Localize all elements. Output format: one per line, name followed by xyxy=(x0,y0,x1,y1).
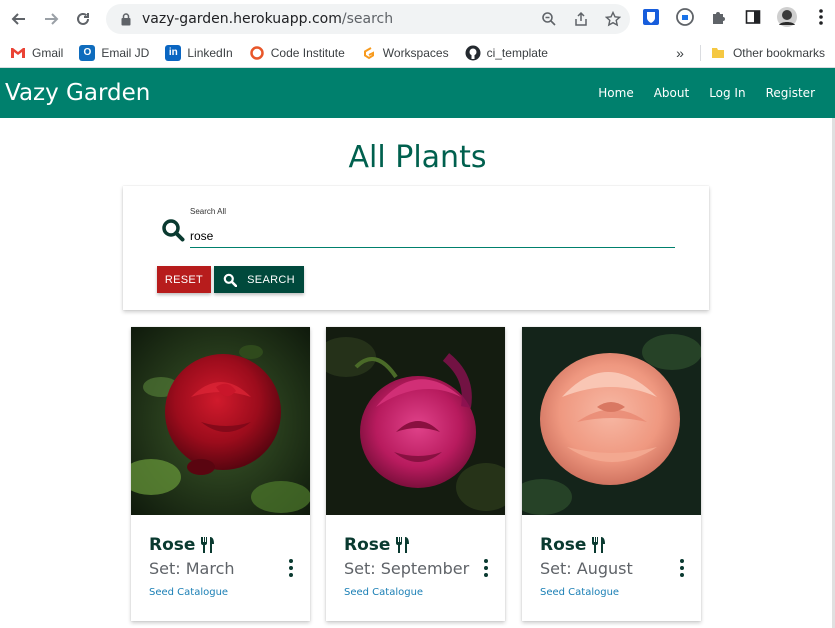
bookmark-label: Code Institute xyxy=(270,45,345,60)
lock-icon xyxy=(118,12,134,26)
seed-catalogue-link[interactable]: Seed Catalogue xyxy=(344,587,487,598)
bookmark-ci-template[interactable]: ci_template xyxy=(465,45,548,61)
side-panel-icon[interactable] xyxy=(742,6,764,28)
zoom-icon[interactable] xyxy=(540,10,558,28)
nav-register-link[interactable]: Register xyxy=(756,86,825,100)
plant-image-red-rose[interactable] xyxy=(131,327,310,515)
gmail-icon xyxy=(10,45,26,61)
forward-arrow-icon[interactable] xyxy=(35,3,67,35)
search-button-icon xyxy=(223,273,238,287)
brand-logo[interactable]: Vazy Garden xyxy=(5,80,150,106)
card-set-month: Set: August xyxy=(540,559,633,578)
share-icon[interactable] xyxy=(572,10,590,28)
edible-utensils-icon xyxy=(591,536,607,554)
bookmark-label: Gmail xyxy=(32,45,64,60)
bookmarks-bar: Gmail O Email JD in LinkedIn Code Instit… xyxy=(0,38,835,68)
bookmark-label: Workspaces xyxy=(382,45,449,60)
url-text: vazy-garden.herokuapp.com/search xyxy=(142,11,393,27)
profile-avatar[interactable] xyxy=(776,6,798,28)
extensions-puzzle-icon[interactable] xyxy=(708,6,730,28)
bookmark-email-jd[interactable]: O Email JD xyxy=(79,44,150,61)
bookmark-label: ci_template xyxy=(486,45,548,60)
search-input[interactable] xyxy=(190,224,675,248)
card-set-month: Set: March xyxy=(149,559,235,578)
folder-icon xyxy=(711,47,725,59)
plant-card: Rose Set: September Seed Catalogue xyxy=(326,327,505,621)
plant-image-peach-rose[interactable] xyxy=(522,327,701,515)
seed-catalogue-link[interactable]: Seed Catalogue xyxy=(149,587,292,598)
bookmark-label: Email JD xyxy=(101,45,150,60)
card-title: Rose xyxy=(344,535,391,555)
plant-image-magenta-rose[interactable] xyxy=(326,327,505,515)
search-button[interactable]: SEARCH xyxy=(214,266,304,293)
search-icon xyxy=(161,218,185,247)
bookmark-code-institute[interactable]: Code Institute xyxy=(249,45,345,61)
card-title: Rose xyxy=(540,535,587,555)
site-navbar: Vazy Garden Home About Log In Register xyxy=(0,68,835,118)
url-host: vazy-garden.herokuapp.com xyxy=(142,11,342,27)
nav-about-link[interactable]: About xyxy=(644,86,699,100)
reset-button[interactable]: RESET xyxy=(157,266,211,293)
nav-login-link[interactable]: Log In xyxy=(699,86,755,100)
address-bar[interactable]: vazy-garden.herokuapp.com/search xyxy=(106,4,630,34)
other-bookmarks-folder[interactable]: Other bookmarks xyxy=(733,46,825,60)
github-icon xyxy=(465,45,481,61)
search-label: Search All xyxy=(190,207,227,216)
edible-utensils-icon xyxy=(200,536,216,554)
search-button-label: SEARCH xyxy=(247,273,295,286)
page-title: All Plants xyxy=(348,140,487,175)
bookmark-star-icon[interactable] xyxy=(604,10,622,28)
bookmark-label: LinkedIn xyxy=(187,45,233,60)
more-vert-icon[interactable] xyxy=(481,557,491,579)
linkedin-icon: in xyxy=(165,44,182,61)
nav-home-link[interactable]: Home xyxy=(588,86,643,100)
browser-menu-icon[interactable] xyxy=(810,6,832,28)
more-vert-icon[interactable] xyxy=(677,557,687,579)
browser-toolbar: vazy-garden.herokuapp.com/search xyxy=(0,0,835,38)
password-extension-icon[interactable] xyxy=(674,6,696,28)
code-institute-icon xyxy=(249,45,265,61)
reload-icon[interactable] xyxy=(67,3,99,35)
search-card: Search All RESET SEARCH xyxy=(123,186,709,310)
plant-card: Rose Set: August Seed Catalogue xyxy=(522,327,701,621)
seed-catalogue-link[interactable]: Seed Catalogue xyxy=(540,587,683,598)
outlook-icon: O xyxy=(79,44,96,61)
more-bookmarks-chevron[interactable]: » xyxy=(676,45,684,61)
gitpod-icon xyxy=(361,45,377,61)
card-set-month: Set: September xyxy=(344,559,470,578)
plant-card: Rose Set: March Seed Catalogue xyxy=(131,327,310,621)
more-vert-icon[interactable] xyxy=(286,557,296,579)
bookmark-gmail[interactable]: Gmail xyxy=(10,45,63,61)
edible-utensils-icon xyxy=(395,536,411,554)
card-title: Rose xyxy=(149,535,196,555)
bookmark-linkedin[interactable]: in LinkedIn xyxy=(165,44,233,61)
url-path: /search xyxy=(341,11,394,27)
bookmark-workspaces[interactable]: Workspaces xyxy=(361,45,449,61)
bitwarden-extension-icon[interactable] xyxy=(640,6,662,28)
back-arrow-icon[interactable] xyxy=(3,3,35,35)
